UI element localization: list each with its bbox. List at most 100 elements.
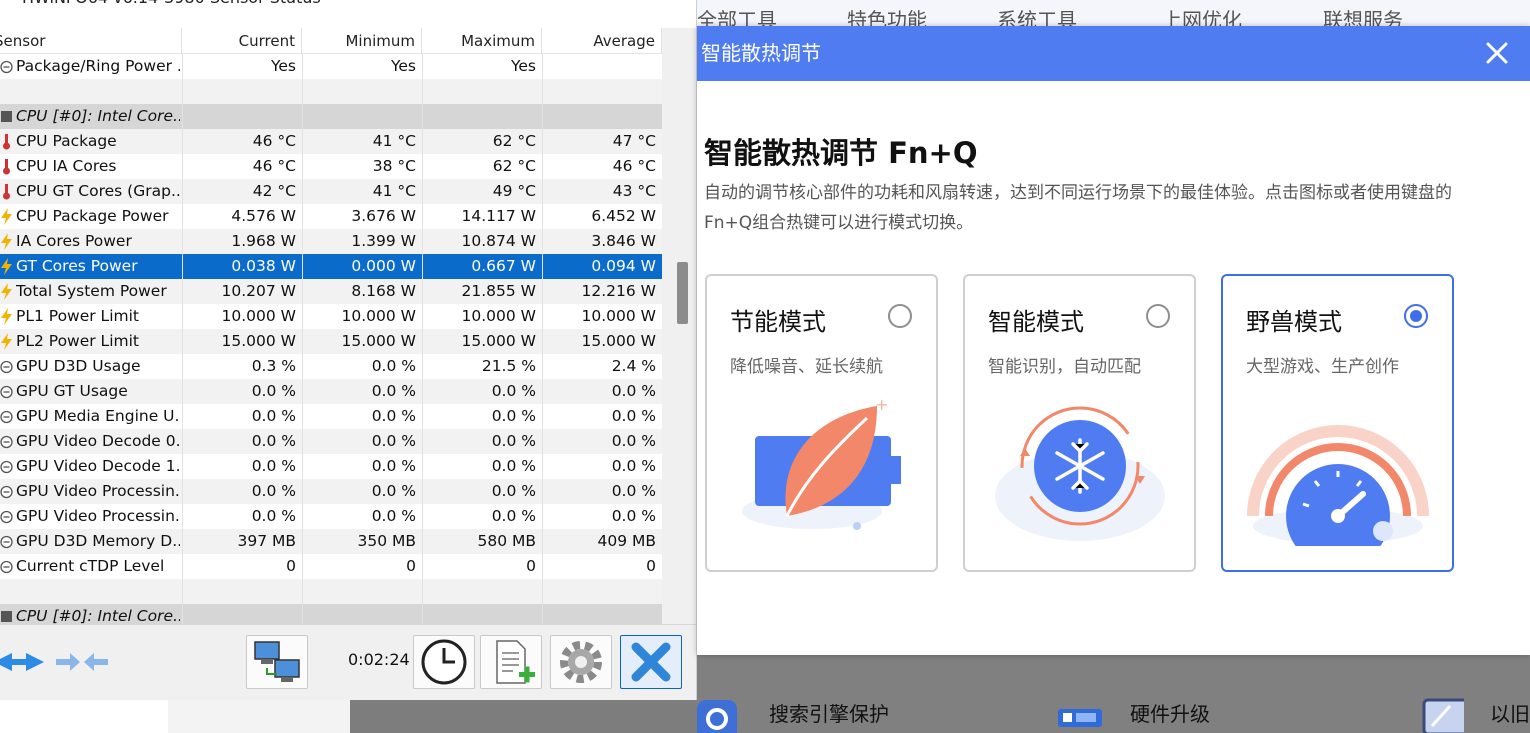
current-value-cell: 0.0 % bbox=[251, 457, 296, 475]
mode-radio-beast[interactable] bbox=[1404, 304, 1428, 328]
vertical-scrollbar[interactable] bbox=[662, 28, 696, 624]
column-divider bbox=[422, 179, 423, 204]
reset-timer-button[interactable] bbox=[413, 635, 475, 689]
expand-all-button[interactable] bbox=[0, 635, 50, 689]
bg-tab-network[interactable]: 上网优化 bbox=[1162, 6, 1242, 26]
column-divider bbox=[422, 379, 423, 404]
close-sensors-button[interactable] bbox=[620, 635, 682, 689]
col-sensor[interactable]: Sensor bbox=[0, 28, 182, 54]
network-button[interactable] bbox=[246, 635, 308, 689]
table-row[interactable]: CPU GT Cores (Grap... 42 °C 41 °C 49 °C 43 °… bbox=[0, 179, 662, 204]
column-divider bbox=[422, 154, 423, 179]
col-maximum[interactable]: Maximum bbox=[422, 28, 542, 54]
table-row[interactable]: GPU Video Processin... 0.0 % 0.0 % 0.0 % 0.0… bbox=[0, 479, 662, 504]
thermometer-icon bbox=[0, 133, 13, 150]
report-add-icon bbox=[496, 640, 535, 684]
mode-card-beast[interactable]: 野兽模式 大型游戏、生产创作 bbox=[1221, 274, 1454, 572]
mode-card-power-saving[interactable]: 节能模式 降低噪音、延长续航 + bbox=[705, 274, 938, 572]
current-value-cell: 397 MB bbox=[237, 532, 296, 550]
minimum-value-cell: 41 °C bbox=[372, 182, 416, 200]
table-row[interactable]: GPU Media Engine U... 0.0 % 0.0 % 0.0 % 0.0 … bbox=[0, 404, 662, 429]
sensor-name-cell: GPU Video Processin... bbox=[16, 507, 180, 525]
column-divider bbox=[182, 554, 183, 579]
table-row[interactable]: Total System Power 10.207 W 8.168 W 21.855 … bbox=[0, 279, 662, 304]
column-divider bbox=[542, 504, 543, 529]
mode-card-smart[interactable]: 智能模式 智能识别，自动匹配 bbox=[963, 274, 1196, 572]
col-minimum[interactable]: Minimum bbox=[302, 28, 422, 54]
minimize-button[interactable]: — bbox=[502, 0, 542, 4]
maximum-value-cell bbox=[422, 79, 536, 104]
bg-tab-all-tools[interactable]: 全部工具 bbox=[697, 6, 777, 26]
bg-tab-system-tools[interactable]: 系统工具 bbox=[997, 6, 1077, 26]
column-divider bbox=[182, 429, 183, 454]
maximum-value-cell: 15.000 W bbox=[461, 332, 537, 350]
maximum-value-cell: 0 bbox=[526, 557, 536, 575]
table-row[interactable] bbox=[0, 579, 662, 604]
logging-button[interactable] bbox=[480, 635, 542, 689]
column-divider bbox=[542, 254, 543, 279]
table-row[interactable]: Package/Ring Power ... Yes Yes Yes bbox=[0, 54, 662, 79]
col-current[interactable]: Current bbox=[182, 28, 302, 54]
bg-feature-trade-in[interactable]: 以旧 bbox=[1420, 692, 1530, 733]
column-divider bbox=[422, 54, 423, 79]
table-row[interactable]: CPU IA Cores 46 °C 38 °C 62 °C 46 °C bbox=[0, 154, 662, 179]
column-divider bbox=[542, 54, 543, 79]
sensor-group-row[interactable]: CPU [#0]: Intel Core... bbox=[0, 604, 662, 624]
column-divider bbox=[182, 79, 183, 104]
table-row[interactable]: GPU D3D Memory D... 397 MB 350 MB 580 MB 409… bbox=[0, 529, 662, 554]
sensor-name-cell: GPU D3D Memory D... bbox=[16, 532, 180, 550]
dialog-close-button[interactable] bbox=[1482, 38, 1512, 68]
average-value-cell: 43 °C bbox=[612, 182, 656, 200]
scrollbar-thumb[interactable] bbox=[677, 262, 688, 324]
column-divider bbox=[542, 554, 543, 579]
column-divider bbox=[182, 204, 183, 229]
table-row[interactable]: CPU Package 46 °C 41 °C 62 °C 47 °C bbox=[0, 129, 662, 154]
table-row[interactable]: GT Cores Power 0.038 W 0.000 W 0.667 W 0.094… bbox=[0, 254, 662, 279]
table-row[interactable]: IA Cores Power 1.968 W 1.399 W 10.874 W 3.84… bbox=[0, 229, 662, 254]
col-average[interactable]: Average bbox=[542, 28, 662, 54]
column-divider bbox=[542, 354, 543, 379]
mode-radio-power-saving[interactable] bbox=[888, 304, 912, 328]
close-button[interactable]: ✕ bbox=[642, 0, 682, 4]
sensor-group-row[interactable]: CPU [#0]: Intel Core... bbox=[0, 104, 662, 129]
column-divider bbox=[422, 304, 423, 329]
bg-feature-search-protect[interactable]: 搜索引擎保护 bbox=[697, 692, 889, 733]
table-row[interactable]: PL1 Power Limit 10.000 W 10.000 W 10.000 W 1… bbox=[0, 304, 662, 329]
table-row[interactable]: GPU Video Decode 0... 0.0 % 0.0 % 0.0 % 0.0 … bbox=[0, 429, 662, 454]
table-row[interactable]: PL2 Power Limit 15.000 W 15.000 W 15.000 W 1… bbox=[0, 329, 662, 354]
table-row[interactable]: GPU GT Usage 0.0 % 0.0 % 0.0 % 0.0 % bbox=[0, 379, 662, 404]
bg-tab-features[interactable]: 特色功能 bbox=[847, 6, 927, 26]
maximize-button[interactable]: ☐ bbox=[572, 0, 612, 4]
table-row[interactable]: GPU Video Decode 1... 0.0 % 0.0 % 0.0 % 0.0 … bbox=[0, 454, 662, 479]
minimum-value-cell: 0.0 % bbox=[371, 482, 416, 500]
column-divider bbox=[182, 129, 183, 154]
maximum-value-cell: 49 °C bbox=[492, 182, 536, 200]
column-divider bbox=[422, 604, 423, 624]
table-row[interactable] bbox=[0, 79, 662, 104]
maximum-value-cell: 21.855 W bbox=[461, 282, 537, 300]
maximum-value-cell bbox=[422, 104, 536, 129]
hwinfo-titlebar[interactable]: HWiNFO64 v6.14-3980 Sensor Status — ☐ ✕ bbox=[0, 0, 696, 18]
column-divider bbox=[542, 329, 543, 354]
current-value-cell bbox=[182, 79, 296, 104]
lightning-icon bbox=[0, 283, 13, 300]
table-row[interactable]: GPU D3D Usage 0.3 % 0.0 % 21.5 % 2.4 % bbox=[0, 354, 662, 379]
maximum-value-cell bbox=[422, 579, 536, 604]
bg-feature-hardware-upgrade[interactable]: 硬件升级 bbox=[1056, 692, 1210, 733]
column-divider bbox=[302, 504, 303, 529]
settings-button[interactable] bbox=[550, 635, 612, 689]
sensor-name-cell: GPU Video Decode 1... bbox=[16, 457, 180, 475]
table-row[interactable]: Current cTDP Level 0 0 0 0 bbox=[0, 554, 662, 579]
mode-desc: 大型游戏、生产创作 bbox=[1246, 357, 1399, 377]
clock-icon bbox=[0, 533, 13, 550]
sensor-name-cell: GPU GT Usage bbox=[16, 382, 128, 400]
bg-tab-lenovo-service[interactable]: 联想服务 bbox=[1323, 6, 1403, 26]
collapse-all-button[interactable] bbox=[52, 635, 114, 689]
minimum-value-cell: 0.0 % bbox=[371, 407, 416, 425]
column-divider bbox=[542, 79, 543, 104]
mode-radio-smart[interactable] bbox=[1146, 304, 1170, 328]
column-divider bbox=[542, 529, 543, 554]
table-row[interactable]: CPU Package Power 4.576 W 3.676 W 14.117 W 6… bbox=[0, 204, 662, 229]
close-icon bbox=[1486, 42, 1508, 64]
table-row[interactable]: GPU Video Processin... 0.0 % 0.0 % 0.0 % 0.0… bbox=[0, 504, 662, 529]
